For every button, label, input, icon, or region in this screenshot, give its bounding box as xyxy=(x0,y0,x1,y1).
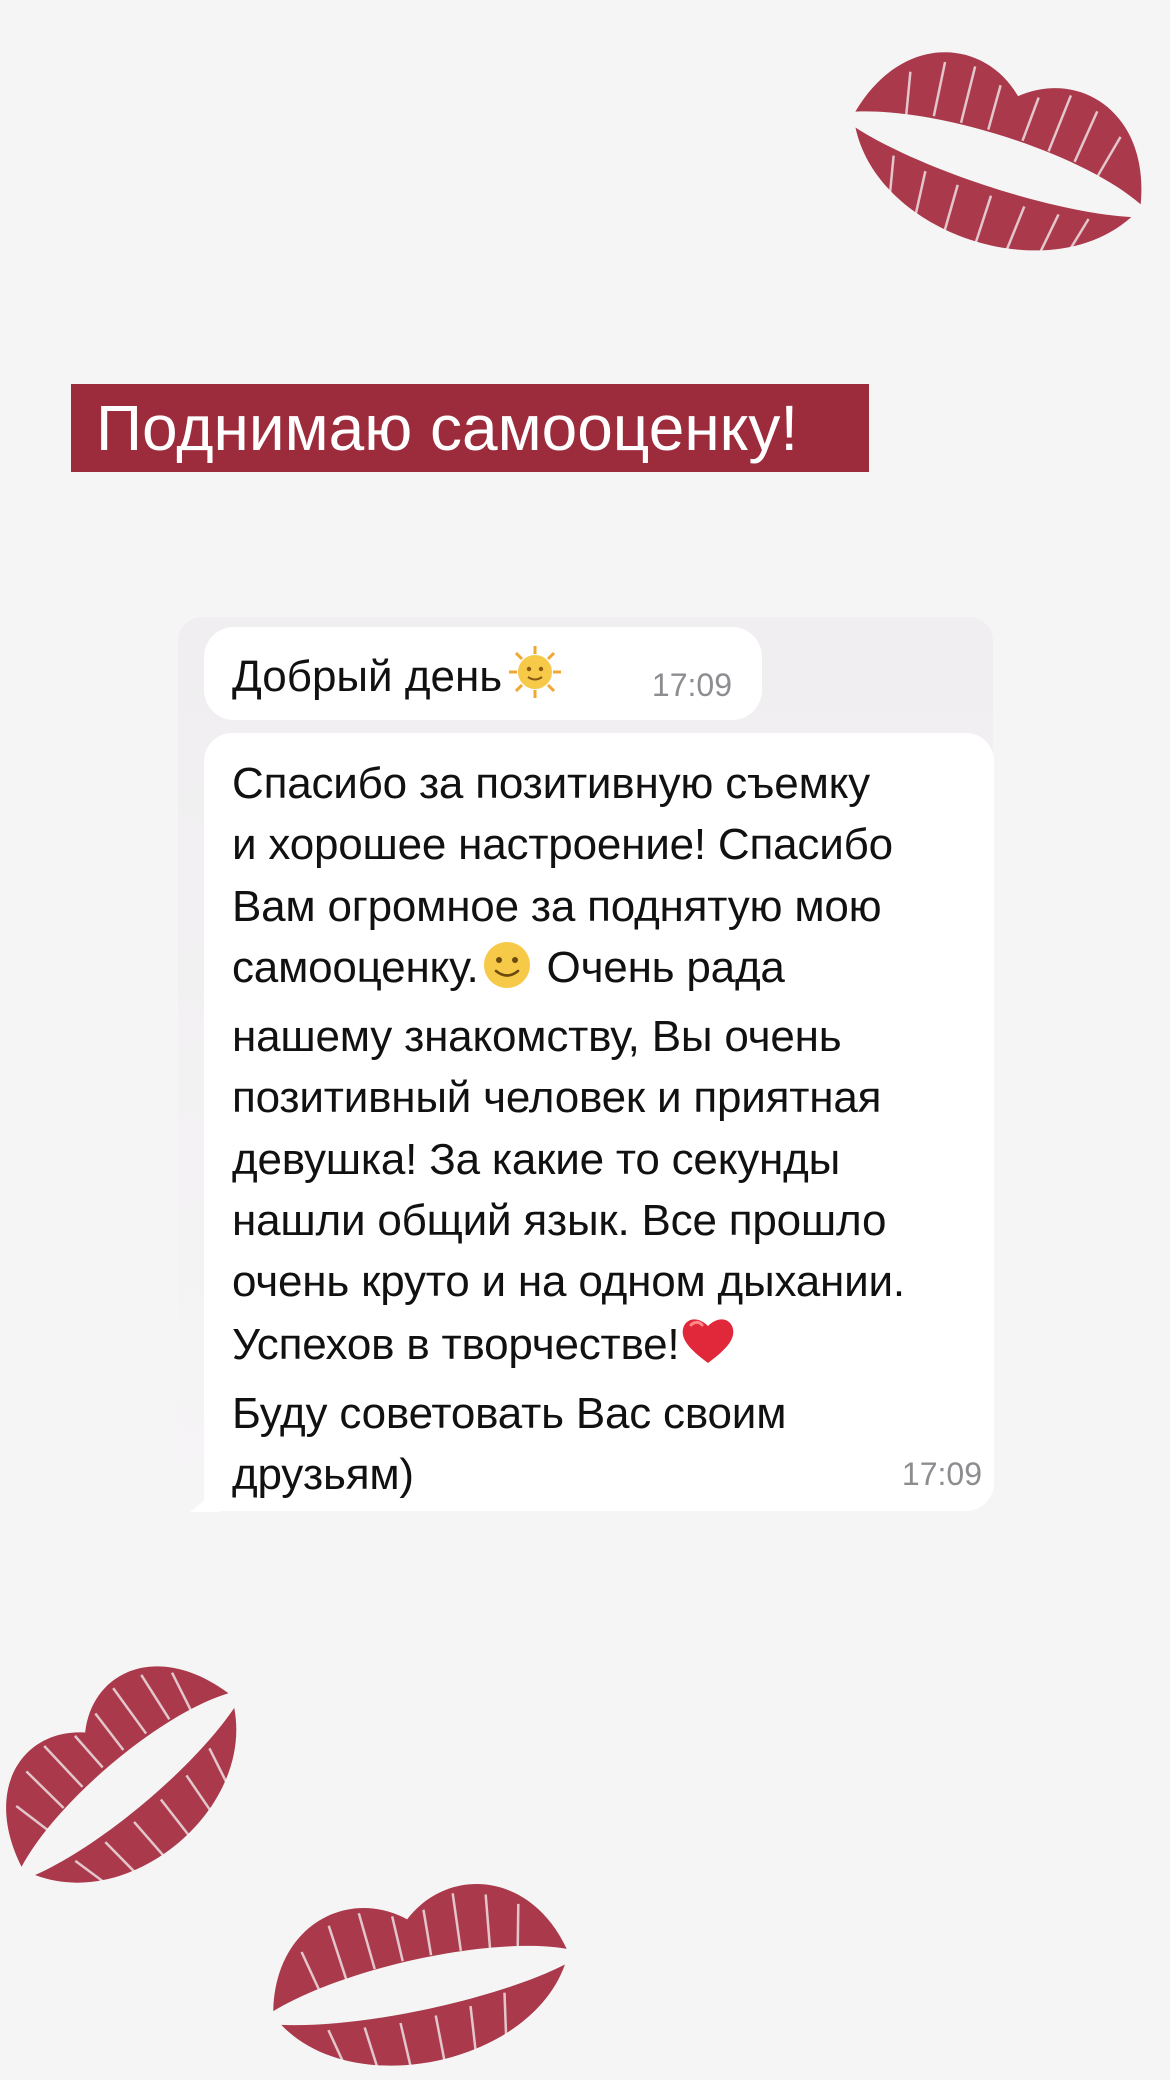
message-timestamp: 17:09 xyxy=(901,1456,982,1492)
message-line: Вам огромное за поднятую мою xyxy=(232,881,882,931)
message-timestamp: 17:09 xyxy=(651,667,732,703)
message-text: Очень рада xyxy=(546,942,785,992)
sun-with-face-icon xyxy=(508,645,562,704)
message-line: девушка! За какие то секунды xyxy=(232,1134,841,1184)
message-line: позитивный человек и приятная xyxy=(232,1073,882,1123)
message-text: Добрый день xyxy=(232,652,503,701)
message-text: Успехов в творчестве! xyxy=(232,1319,680,1369)
message-bubble[interactable]: Добрый день 17:09 xyxy=(204,627,762,720)
message-bubble[interactable]: Спасибо за позитивную съемку и хорошее н… xyxy=(204,733,994,1511)
message-line: Буду советовать Вас своим xyxy=(232,1388,787,1438)
message-line: Спасибо за позитивную съемку xyxy=(232,759,870,808)
message-line-with-emoji: Успехов в творчестве! xyxy=(232,1313,974,1383)
lipstick-kiss-icon xyxy=(250,1840,590,2080)
lipstick-kiss-icon xyxy=(828,8,1168,308)
message-line: и хорошее настроение! Спасибо xyxy=(232,820,893,870)
message-line: очень круто и на одном дыхании. xyxy=(232,1257,905,1307)
message-line: друзьям) xyxy=(232,1450,414,1500)
message-line: нашли общий язык. Все прошло xyxy=(232,1196,887,1246)
message-text: самооценку. xyxy=(232,942,479,992)
message-line: нашему знакомству, Вы очень xyxy=(232,1012,842,1062)
red-heart-icon xyxy=(679,1313,737,1383)
slightly-smiling-face-icon xyxy=(479,940,535,1006)
page-title-banner: Поднимаю самооценку! xyxy=(71,384,869,472)
message-line-with-emoji: самооценку. Очень рада xyxy=(232,937,974,1006)
lipstick-kiss-icon xyxy=(0,1630,280,1930)
